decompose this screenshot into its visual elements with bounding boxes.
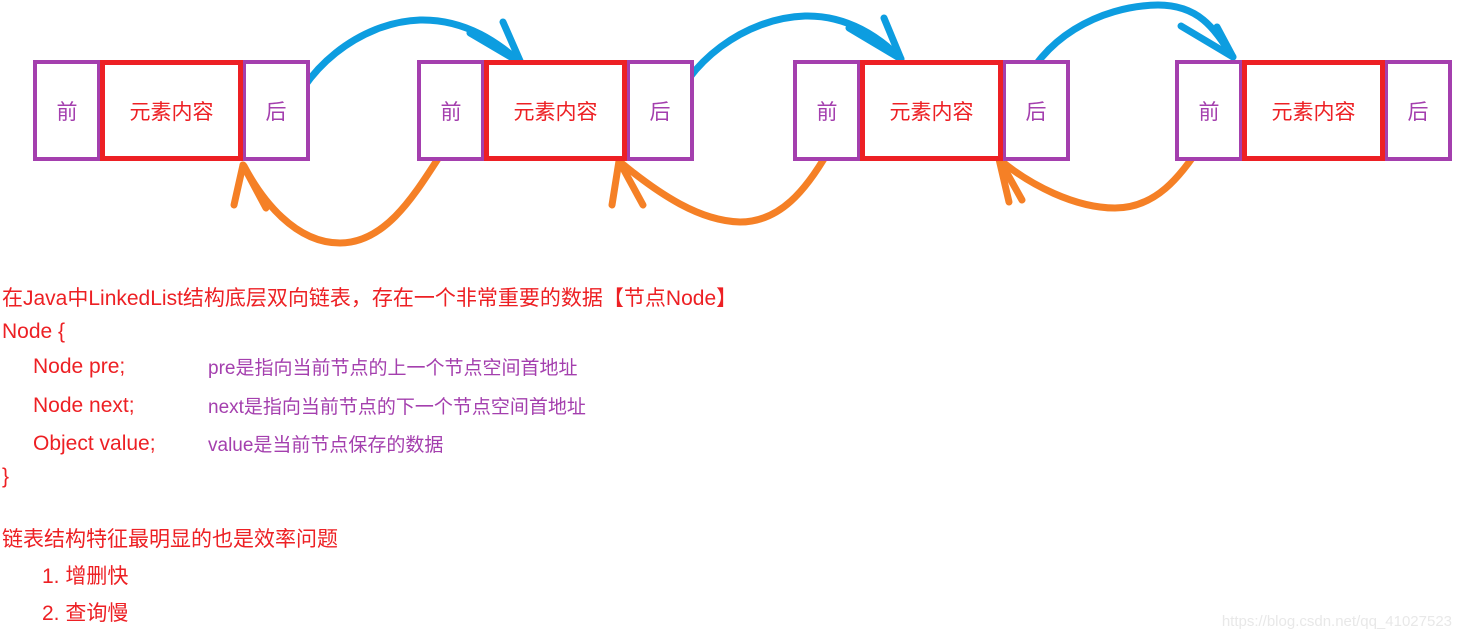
node-prev-cell: 前 xyxy=(417,60,485,161)
field-comment-pre: pre是指向当前节点的上一个节点空间首地址 xyxy=(208,358,578,379)
node-prev-label: 前 xyxy=(56,100,78,124)
field-decl-pre: Node pre; xyxy=(33,355,126,378)
node-value-label: 元素内容 xyxy=(1271,100,1356,124)
node-value-cell: 元素内容 xyxy=(1242,60,1385,161)
prev-pointer-arrow-2 xyxy=(608,148,832,226)
watermark: https://blog.csdn.net/qq_41027523 xyxy=(1221,613,1452,630)
node-value-cell: 元素内容 xyxy=(484,60,627,161)
class-close-line: } xyxy=(2,465,10,488)
list-node: 前 元素内容 后 xyxy=(1175,60,1452,161)
class-open-line: Node { xyxy=(2,320,66,343)
field-comment-value: value是当前节点保存的数据 xyxy=(208,435,444,456)
point-item-1: 1. 增删快 xyxy=(42,565,129,588)
node-next-label: 后 xyxy=(1407,100,1429,124)
node-prev-label: 前 xyxy=(440,100,462,124)
node-value-label: 元素内容 xyxy=(889,100,974,124)
node-prev-label: 前 xyxy=(1198,100,1220,124)
node-value-label: 元素内容 xyxy=(129,100,214,124)
linked-list-diagram: 前 元素内容 后 前 元素内容 后 前 元素内容 后 前 元素内容 后 xyxy=(0,0,1460,270)
list-node: 前 元素内容 后 xyxy=(793,60,1070,161)
node-next-cell: 后 xyxy=(1384,60,1452,161)
node-value-cell: 元素内容 xyxy=(860,60,1003,161)
node-prev-cell: 前 xyxy=(1175,60,1243,161)
node-prev-label: 前 xyxy=(816,100,838,124)
node-value-cell: 元素内容 xyxy=(100,60,243,161)
field-decl-next: Node next; xyxy=(33,394,135,417)
node-next-cell: 后 xyxy=(626,60,694,161)
node-next-label: 后 xyxy=(649,100,671,124)
node-next-cell: 后 xyxy=(1002,60,1070,161)
node-prev-cell: 前 xyxy=(33,60,101,161)
intro-line: 在Java中LinkedList结构底层双向链表，存在一个非常重要的数据【节点N… xyxy=(2,287,738,310)
node-next-label: 后 xyxy=(1025,100,1047,124)
list-node: 前 元素内容 后 xyxy=(33,60,310,161)
node-next-label: 后 xyxy=(265,100,287,124)
field-comment-next: next是指向当前节点的下一个节点空间首地址 xyxy=(208,397,586,418)
list-node: 前 元素内容 后 xyxy=(417,60,694,161)
node-value-label: 元素内容 xyxy=(513,100,598,124)
node-next-cell: 后 xyxy=(242,60,310,161)
node-prev-cell: 前 xyxy=(793,60,861,161)
field-decl-value: Object value; xyxy=(33,432,156,455)
summary-line: 链表结构特征最明显的也是效率问题 xyxy=(2,528,338,551)
point-item-2: 2. 查询慢 xyxy=(42,602,129,625)
